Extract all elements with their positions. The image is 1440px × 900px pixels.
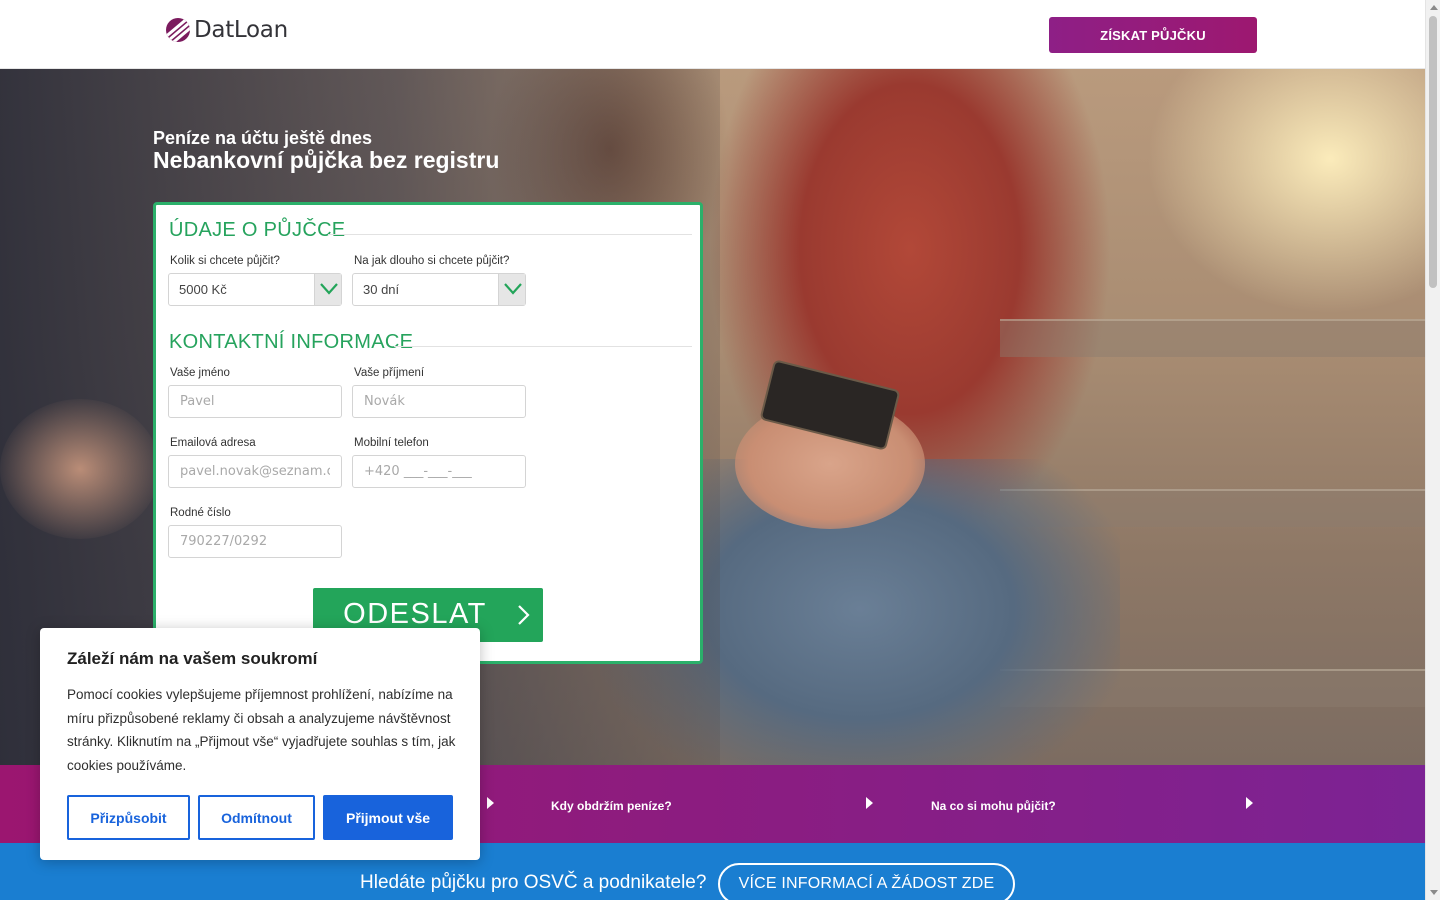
- chevron-down-icon[interactable]: [314, 274, 341, 305]
- cookie-customize-button[interactable]: Přizpůsobit: [67, 795, 190, 840]
- section-divider: [394, 346, 692, 347]
- duration-select[interactable]: 30 dní: [352, 273, 526, 306]
- birth-number-input[interactable]: [168, 525, 342, 558]
- logo-text: DatLoan: [194, 17, 288, 43]
- scroll-thumb[interactable]: [1429, 16, 1437, 288]
- faq-item-when-money[interactable]: Kdy obdržím peníze?: [551, 799, 672, 813]
- hero-title: Nebankovní půjčka bez registru: [153, 147, 500, 173]
- get-loan-button[interactable]: ZÍSKAT PŮJČKU: [1049, 17, 1257, 53]
- contact-info-heading: KONTAKTNÍ INFORMACE: [169, 331, 414, 353]
- business-info-button[interactable]: VÍCE INFORMACÍ A ŽÁDOST ZDE: [718, 863, 1015, 900]
- email-input[interactable]: [168, 455, 342, 488]
- logo-mark-icon: [166, 18, 190, 42]
- play-arrow-icon[interactable]: [487, 797, 494, 809]
- first-name-label: Vaše jméno: [170, 367, 230, 379]
- scroll-up-icon[interactable]: [1430, 5, 1438, 10]
- submit-button-label: ODESLAT: [343, 598, 487, 630]
- cookie-accept-button[interactable]: Přijmout vše: [323, 795, 453, 840]
- amount-select[interactable]: 5000 Kč: [168, 273, 342, 306]
- duration-label: Na jak dlouho si chcete půjčit?: [354, 255, 510, 267]
- business-loan-text: Hledáte půjčku pro OSVČ a podnikatele?: [360, 872, 707, 893]
- birth-number-label: Rodné číslo: [170, 507, 231, 519]
- cookie-consent-dialog: Záleží nám na vašem soukromí Pomocí cook…: [40, 628, 480, 860]
- hero-subtitle: Peníze na účtu ještě dnes: [153, 128, 373, 148]
- phone-input[interactable]: [352, 455, 526, 488]
- scroll-down-icon[interactable]: [1430, 890, 1438, 895]
- play-arrow-icon[interactable]: [1246, 797, 1253, 809]
- last-name-label: Vaše příjmení: [354, 367, 425, 379]
- play-arrow-icon[interactable]: [866, 797, 873, 809]
- phone-label: Mobilní telefon: [354, 437, 429, 449]
- hero-photo-left-hand: [0, 399, 160, 539]
- email-label: Emailová adresa: [170, 437, 256, 449]
- amount-select-value: 5000 Kč: [179, 282, 227, 297]
- cookie-title: Záleží nám na vašem soukromí: [67, 649, 318, 668]
- section-divider: [328, 234, 692, 235]
- site-header: DatLoan ZÍSKAT PŮJČKU: [0, 0, 1425, 69]
- last-name-input[interactable]: [352, 385, 526, 418]
- hero-photo-step: [1000, 319, 1425, 357]
- loan-application-form: ÚDAJE O PŮJČCE Kolik si chcete půjčit? 5…: [153, 202, 703, 664]
- page-scrollbar[interactable]: [1425, 0, 1440, 900]
- chevron-right-icon: [517, 604, 531, 629]
- faq-item-loan-purpose[interactable]: Na co si mohu půjčit?: [931, 799, 1056, 813]
- amount-label: Kolik si chcete půjčit?: [170, 255, 280, 267]
- duration-select-value: 30 dní: [363, 282, 400, 297]
- first-name-input[interactable]: [168, 385, 342, 418]
- cookie-reject-button[interactable]: Odmítnout: [198, 795, 315, 840]
- cookie-body: Pomocí cookies vylepšujeme příjemnost pr…: [67, 687, 456, 773]
- loan-details-heading: ÚDAJE O PŮJČCE: [169, 219, 346, 241]
- chevron-down-icon[interactable]: [498, 274, 525, 305]
- logo[interactable]: DatLoan: [166, 16, 288, 44]
